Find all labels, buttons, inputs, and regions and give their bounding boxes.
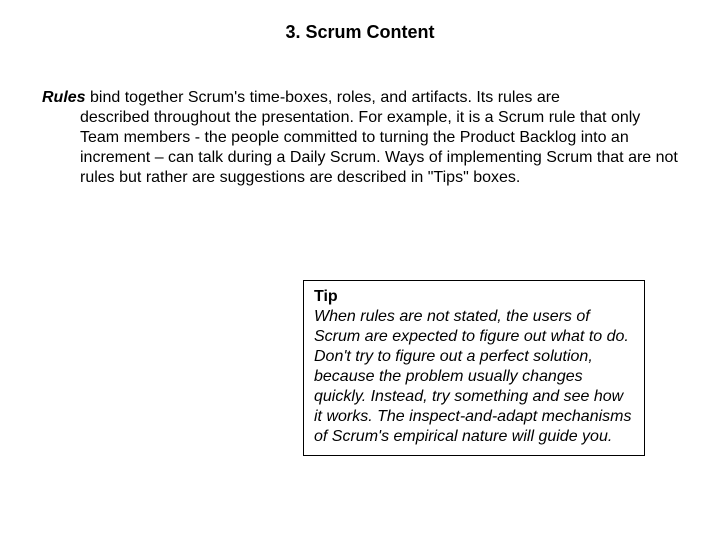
tip-body: When rules are not stated, the users of …: [314, 307, 634, 447]
rules-first-line: bind together Scrum's time-boxes, roles,…: [86, 89, 560, 106]
tip-title: Tip: [314, 287, 634, 307]
section-heading: 3. Scrum Content: [0, 22, 720, 43]
tip-box: Tip When rules are not stated, the users…: [303, 280, 645, 456]
rules-body-rest: described throughout the presentation. F…: [42, 108, 678, 188]
rules-paragraph: Rules bind together Scrum's time-boxes, …: [42, 88, 678, 188]
rules-lead-word: Rules: [42, 89, 86, 106]
